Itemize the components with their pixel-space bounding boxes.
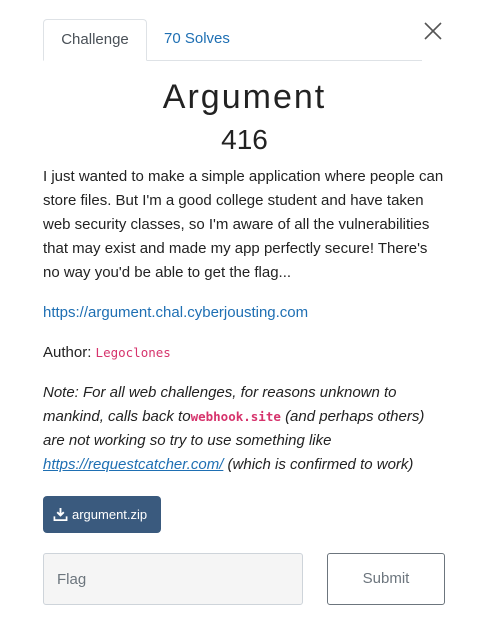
requestcatcher-link[interactable]: https://requestcatcher.com/: [43, 456, 223, 473]
author-line: Author: Legoclones: [43, 341, 448, 365]
description-text: I just wanted to make a simple applicati…: [43, 168, 444, 281]
challenge-points: 416: [221, 124, 268, 155]
close-button[interactable]: [423, 21, 443, 41]
author-name: Legoclones: [95, 345, 171, 360]
challenge-description: I just wanted to make a simple applicati…: [43, 165, 448, 493]
submit-button[interactable]: Submit: [327, 553, 445, 605]
note-paragraph: Note: For all web challenges, for reason…: [43, 381, 448, 477]
download-file-button[interactable]: argument.zip: [43, 496, 161, 533]
tab-challenge[interactable]: Challenge: [43, 19, 147, 61]
author-label: Author:: [43, 344, 92, 361]
challenge-url-link[interactable]: https://argument.chal.cyberjousting.com: [43, 304, 308, 321]
close-icon: [424, 22, 442, 40]
note-text-3: (which is confirmed to work): [227, 456, 414, 473]
file-name: argument.zip: [72, 507, 148, 522]
challenge-title: Argument: [162, 78, 327, 116]
tab-solves[interactable]: 70 Solves: [148, 19, 246, 61]
flag-input[interactable]: [43, 553, 303, 605]
tab-bar: Challenge 70 Solves: [43, 19, 422, 61]
download-icon: [53, 507, 68, 521]
note-code: webhook.site: [190, 409, 281, 424]
